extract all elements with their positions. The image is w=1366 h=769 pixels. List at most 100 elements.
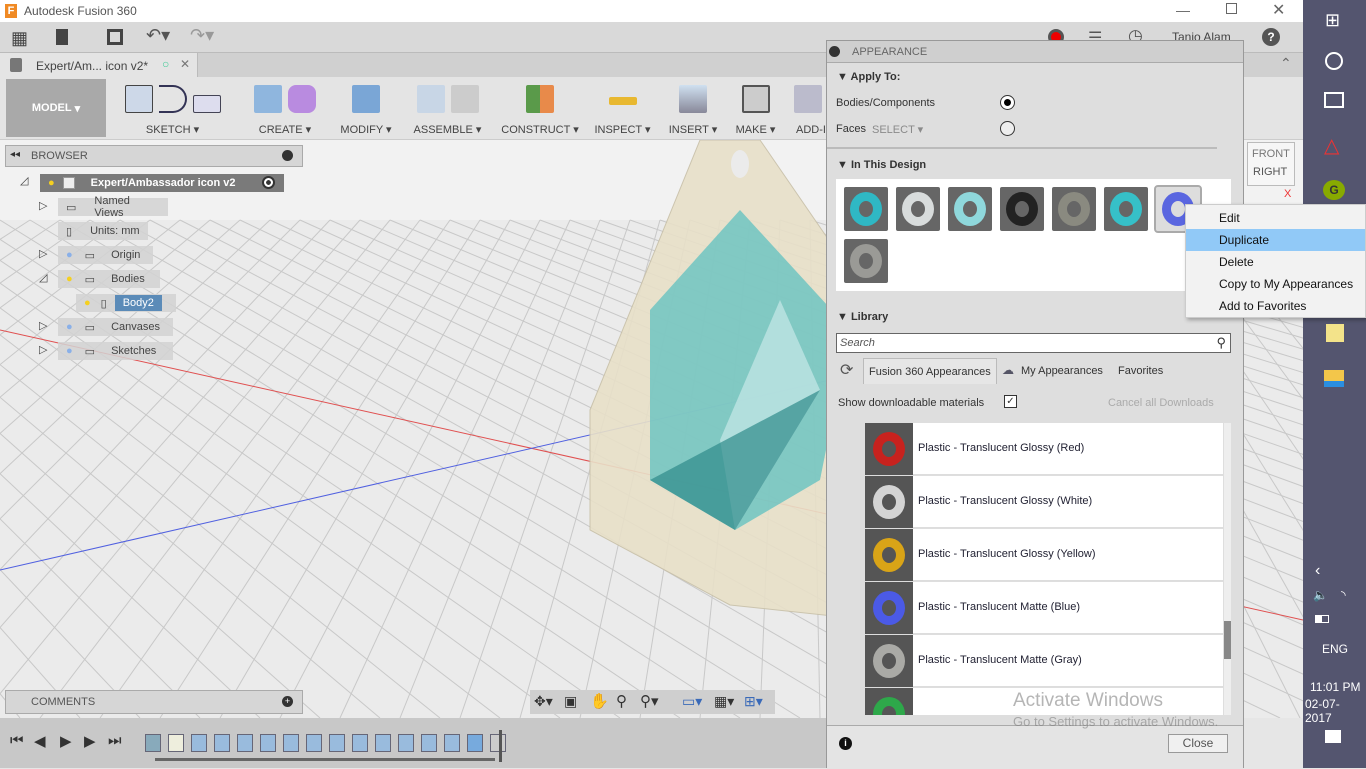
look-at-icon[interactable]: ▣ <box>564 693 577 710</box>
activate-radio-icon[interactable] <box>262 176 275 189</box>
library-list[interactable]: Plastic - Translucent Glossy (Red) Plasti… <box>827 423 1243 715</box>
form-icon[interactable] <box>288 85 316 113</box>
library-item[interactable]: Plastic - Translucent Glossy (Red) <box>865 423 1223 475</box>
menu-item-edit[interactable]: Edit <box>1186 207 1365 229</box>
workspace-switcher[interactable]: MODEL ▾ <box>6 79 106 137</box>
assemble-group[interactable]: ASSEMBLE ▾ <box>405 77 490 140</box>
lightbulb-icon[interactable]: ● <box>84 297 91 309</box>
browser-item-body2[interactable]: ● ▯ Body2 <box>76 294 176 312</box>
menu-item-add-to-favorites[interactable]: Add to Favorites <box>1186 295 1365 317</box>
clock-date[interactable]: 02-07-2017 <box>1305 697 1366 725</box>
collapse-icon[interactable]: ◿ <box>39 271 47 284</box>
timeline-feature-icon[interactable] <box>145 734 161 752</box>
minimize-browser-icon[interactable] <box>282 150 293 161</box>
appearance-swatch[interactable] <box>896 187 940 231</box>
inspect-group[interactable]: INSPECT ▾ <box>590 77 655 140</box>
viewcube-front[interactable]: FRONT <box>1252 148 1290 160</box>
expand-icon[interactable]: ▷ <box>39 199 47 212</box>
display-settings-icon[interactable]: ▭▾ <box>682 693 702 710</box>
show-hidden-icons[interactable]: ‹ <box>1315 562 1320 580</box>
appearance-header[interactable]: APPEARANCE <box>827 41 1243 63</box>
search-icon[interactable]: ⚲ <box>1216 335 1226 351</box>
arc-icon[interactable] <box>158 85 187 113</box>
press-pull-icon[interactable] <box>352 85 380 113</box>
create-group[interactable]: CREATE ▾ <box>240 77 330 140</box>
sketch-menu[interactable]: SKETCH <box>146 124 191 136</box>
show-downloadable-checkbox[interactable]: ✓ <box>1004 395 1017 408</box>
sketch-group[interactable]: SKETCH ▾ <box>110 77 235 140</box>
collapse-dialog-icon[interactable] <box>829 46 840 57</box>
browser-item-canvases[interactable]: ● ▭ Canvases <box>58 318 173 336</box>
menu-item-copy-to-my-appearances[interactable]: Copy to My Appearances <box>1186 273 1365 295</box>
start-icon[interactable]: ⊞ <box>1325 10 1340 31</box>
comments-panel[interactable]: COMMENTS + <box>5 690 303 714</box>
timeline-feature-icon[interactable] <box>168 734 184 752</box>
viewcube[interactable]: FRONT RIGHT <box>1247 142 1295 186</box>
bodies-radio[interactable] <box>1000 95 1015 110</box>
addins-group[interactable]: ADD-I <box>790 77 826 140</box>
redo-icon[interactable]: ↷▾ <box>190 25 214 46</box>
faces-radio[interactable] <box>1000 121 1015 136</box>
expand-root-icon[interactable]: ◿ <box>20 174 28 187</box>
library-item[interactable]: Plastic - Translucent Glossy (Yellow) <box>865 529 1223 581</box>
browser-item-sketches[interactable]: ● ▭ Sketches <box>58 342 173 360</box>
browser-item-units[interactable]: ▯ Units: mm <box>58 222 148 240</box>
construct-group[interactable]: CONSTRUCT ▾ <box>495 77 585 140</box>
tab-fusion-appearances[interactable]: Fusion 360 Appearances <box>863 358 997 384</box>
timeline-feature-icon[interactable] <box>283 734 299 752</box>
appearance-swatch[interactable] <box>1104 187 1148 231</box>
timeline-feature-icon[interactable] <box>375 734 391 752</box>
browser-root[interactable]: ● Expert/Ambassador icon v2 <box>40 174 284 192</box>
file-icon[interactable] <box>56 29 68 45</box>
play-icon[interactable]: ▶ <box>60 732 72 750</box>
cortana-icon[interactable] <box>1325 52 1343 70</box>
go-to-start-icon[interactable]: ⏮ <box>10 732 24 749</box>
appearance-swatch[interactable] <box>1000 187 1044 231</box>
insert-menu[interactable]: INSERT <box>669 124 709 136</box>
help-icon[interactable]: ? <box>1262 28 1280 46</box>
appearance-swatch[interactable] <box>844 239 888 283</box>
lightbulb-icon[interactable]: ● <box>48 177 55 189</box>
orbit-icon[interactable]: ✥▾ <box>534 693 553 710</box>
assemble-menu[interactable]: ASSEMBLE <box>414 124 473 136</box>
browser-panel-header[interactable]: ◂◂ BROWSER <box>5 145 303 167</box>
timeline-feature-icon[interactable] <box>260 734 276 752</box>
scripts-icon[interactable] <box>794 85 822 113</box>
close-dialog-button[interactable]: Close <box>1168 734 1228 753</box>
timeline-feature-icon[interactable] <box>490 734 506 752</box>
insert-group[interactable]: INSERT ▾ <box>663 77 723 140</box>
task-view-icon[interactable] <box>1324 92 1344 108</box>
tab-my-appearances[interactable]: My Appearances <box>1021 365 1103 377</box>
go-to-end-icon[interactable]: ⏭ <box>108 732 122 749</box>
extrude-icon[interactable] <box>254 85 282 113</box>
close-tab-icon[interactable]: ✕ <box>180 57 190 71</box>
create-sketch-icon[interactable] <box>124 85 153 113</box>
viewcube-right[interactable]: RIGHT <box>1253 166 1287 178</box>
step-back-icon[interactable]: ◀ <box>34 732 46 750</box>
library-scrollbar[interactable] <box>1224 423 1231 715</box>
timeline-feature-icon[interactable] <box>329 734 345 752</box>
insert-image-icon[interactable] <box>679 85 707 113</box>
library-item[interactable]: Plastic - Translucent Matte (Blue) <box>865 582 1223 634</box>
timeline-feature-icon[interactable] <box>398 734 414 752</box>
browser-item-named-views[interactable]: ▭ Named Views <box>58 195 168 219</box>
browser-item-origin[interactable]: ● ▭ Origin <box>58 246 153 264</box>
rectangle-icon[interactable] <box>192 95 221 113</box>
search-input[interactable]: Search ⚲ <box>836 333 1231 353</box>
library-item[interactable]: Plastic - Translucent Glossy (White) <box>865 476 1223 528</box>
language-indicator[interactable]: ENG <box>1322 642 1348 656</box>
in-this-design-section[interactable]: ▼ In This Design <box>827 159 1243 171</box>
expand-icon[interactable]: ▷ <box>39 247 47 260</box>
timeline-feature-icon[interactable] <box>444 734 460 752</box>
lightbulb-icon[interactable]: ● <box>66 345 73 357</box>
inspect-menu[interactable]: INSPECT <box>594 124 641 136</box>
timeline-feature-icon[interactable] <box>214 734 230 752</box>
make-group[interactable]: MAKE ▾ <box>728 77 783 140</box>
addins-menu[interactable]: ADD-I <box>796 124 826 136</box>
close-button[interactable]: ✕ <box>1272 0 1285 20</box>
measure-icon[interactable] <box>608 97 637 105</box>
browser-item-bodies[interactable]: ● ▭ Bodies <box>58 270 160 288</box>
modify-menu[interactable]: MODIFY <box>340 124 383 136</box>
expand-icon[interactable]: ▷ <box>39 343 47 356</box>
appearance-swatch[interactable] <box>844 187 888 231</box>
